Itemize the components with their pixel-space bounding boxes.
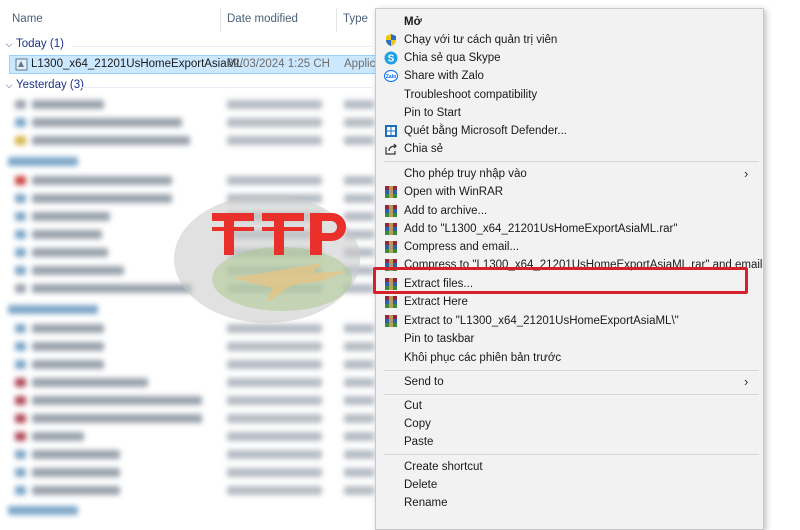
menu-item-label: Troubleshoot compatibility	[404, 89, 538, 101]
file-name: L1300_x64_21201UsHomeExportAsiaML	[31, 58, 243, 70]
column-divider[interactable]	[336, 8, 337, 32]
menu-item-paste[interactable]: Paste	[376, 433, 763, 451]
file-row[interactable]	[10, 338, 380, 356]
file-row[interactable]	[10, 392, 380, 410]
menu-item-label: Send to	[404, 376, 444, 388]
menu-item-extract-to-folder[interactable]: Extract to "L1300_x64_21201UsHomeExportA…	[376, 312, 763, 330]
svg-text:S: S	[388, 54, 395, 65]
chevron-right-icon: ›	[744, 166, 749, 181]
menu-item-label: Mở	[404, 16, 422, 28]
menu-separator	[384, 394, 759, 395]
menu-item-label: Pin to Start	[404, 107, 461, 119]
menu-item-label: Rename	[404, 497, 448, 509]
column-header-type[interactable]: Type	[343, 13, 368, 25]
menu-item-label: Open with WinRAR	[404, 186, 504, 198]
chevron-down-icon: ⌵	[5, 39, 13, 49]
group-header-yesterday[interactable]: ⌵ Yesterday (3)	[0, 79, 380, 95]
group-divider	[80, 87, 372, 88]
svg-text:Zalo: Zalo	[386, 74, 396, 80]
menu-item-label: Khôi phục các phiên bản trước	[404, 352, 562, 364]
file-row[interactable]	[10, 132, 380, 150]
file-row-selected[interactable]: L1300_x64_21201UsHomeExportAsiaML 22/03/…	[9, 55, 385, 74]
menu-item-label: Create shortcut	[404, 461, 483, 473]
defender-icon	[385, 125, 397, 137]
menu-item-share[interactable]: Chia sẻ	[376, 140, 763, 158]
winrar-icon	[385, 296, 397, 308]
chevron-right-icon: ›	[744, 374, 749, 389]
menu-item-label: Compress and email...	[404, 241, 520, 253]
menu-item-label: Chia sẻ qua Skype	[404, 52, 501, 64]
menu-item-label: Add to "L1300_x64_21201UsHomeExportAsiaM…	[404, 223, 678, 235]
column-header-date-modified[interactable]: Date modified	[227, 13, 298, 25]
file-row[interactable]	[10, 96, 380, 114]
file-row[interactable]	[10, 374, 380, 392]
file-date: 22/03/2024 1:25 CH	[227, 58, 330, 70]
group-label: Yesterday (3)	[16, 79, 84, 91]
menu-item-send-to[interactable]: Send to ›	[376, 373, 763, 391]
menu-item-label: Delete	[404, 479, 438, 491]
file-row[interactable]	[10, 410, 380, 428]
menu-item-label: Cut	[404, 400, 422, 412]
chevron-down-icon: ⌵	[5, 80, 13, 90]
menu-item-label: Pin to taskbar	[404, 333, 475, 345]
menu-item-cut[interactable]: Cut	[376, 397, 763, 415]
menu-item-add-to-rar[interactable]: Add to "L1300_x64_21201UsHomeExportAsiaM…	[376, 220, 763, 238]
menu-item-label: Chạy với tư cách quản trị viên	[404, 34, 558, 46]
winrar-icon	[385, 186, 397, 198]
column-header-name[interactable]: Name	[12, 13, 43, 25]
file-row[interactable]	[10, 446, 380, 464]
file-row[interactable]	[10, 114, 380, 132]
menu-separator	[384, 161, 759, 162]
menu-item-label: Chia sẻ	[404, 143, 443, 155]
uac-shield-icon	[386, 34, 396, 46]
file-row[interactable]	[10, 172, 380, 190]
menu-item-label: Add to archive...	[404, 205, 488, 217]
menu-item-open-with-winrar[interactable]: Open with WinRAR	[376, 183, 763, 201]
menu-item-restore-previous-versions[interactable]: Khôi phục các phiên bản trước	[376, 349, 763, 367]
menu-item-scan-defender[interactable]: Quét bằng Microsoft Defender...	[376, 122, 763, 140]
group-divider	[72, 46, 372, 47]
menu-item-add-to-archive[interactable]: Add to archive...	[376, 202, 763, 220]
menu-item-label: Share with Zalo	[404, 70, 484, 82]
share-icon	[385, 143, 397, 155]
menu-separator	[384, 370, 759, 371]
menu-item-troubleshoot[interactable]: Troubleshoot compatibility	[376, 86, 763, 104]
file-row[interactable]	[10, 464, 380, 482]
file-row[interactable]	[10, 356, 380, 374]
menu-item-run-as-admin[interactable]: Chạy với tư cách quản trị viên	[376, 31, 763, 49]
menu-item-label: Copy	[404, 418, 431, 430]
menu-item-label: Quét bằng Microsoft Defender...	[404, 125, 568, 137]
menu-item-compress-and-email[interactable]: Compress and email...	[376, 238, 763, 256]
menu-item-label: Extract Here	[404, 296, 468, 308]
menu-item-label: Paste	[404, 436, 434, 448]
menu-item-copy[interactable]: Copy	[376, 415, 763, 433]
file-row[interactable]	[10, 428, 380, 446]
winrar-icon	[385, 315, 397, 327]
menu-item-rename[interactable]: Rename	[376, 494, 763, 512]
menu-item-give-access[interactable]: Cho phép truy nhập vào ›	[376, 165, 763, 183]
extract-files-highlight-box	[373, 267, 748, 294]
menu-item-pin-to-start[interactable]: Pin to Start	[376, 104, 763, 122]
menu-item-label: Cho phép truy nhập vào	[404, 168, 527, 180]
winrar-icon	[385, 223, 397, 235]
menu-item-pin-to-taskbar[interactable]: Pin to taskbar	[376, 330, 763, 348]
zalo-icon: Zalo	[384, 70, 398, 82]
group-label: Today (1)	[16, 38, 64, 50]
menu-separator	[384, 454, 759, 455]
menu-item-create-shortcut[interactable]: Create shortcut	[376, 458, 763, 476]
menu-item-label: Extract to "L1300_x64_21201UsHomeExportA…	[404, 315, 679, 327]
group-header-today[interactable]: ⌵ Today (1)	[0, 38, 380, 54]
skype-icon: S	[384, 51, 398, 65]
menu-item-share-skype[interactable]: S Chia sẻ qua Skype	[376, 49, 763, 67]
menu-item-extract-here[interactable]: Extract Here	[376, 293, 763, 311]
column-divider[interactable]	[220, 8, 221, 32]
menu-item-open[interactable]: Mở	[376, 13, 763, 31]
winrar-icon	[385, 205, 397, 217]
menu-item-delete[interactable]: Delete	[376, 476, 763, 494]
winrar-icon	[385, 241, 397, 253]
installer-icon	[15, 58, 28, 71]
file-row[interactable]	[10, 482, 380, 500]
ttp-watermark-logo	[174, 195, 360, 323]
menu-item-share-zalo[interactable]: Zalo Share with Zalo	[376, 67, 763, 85]
